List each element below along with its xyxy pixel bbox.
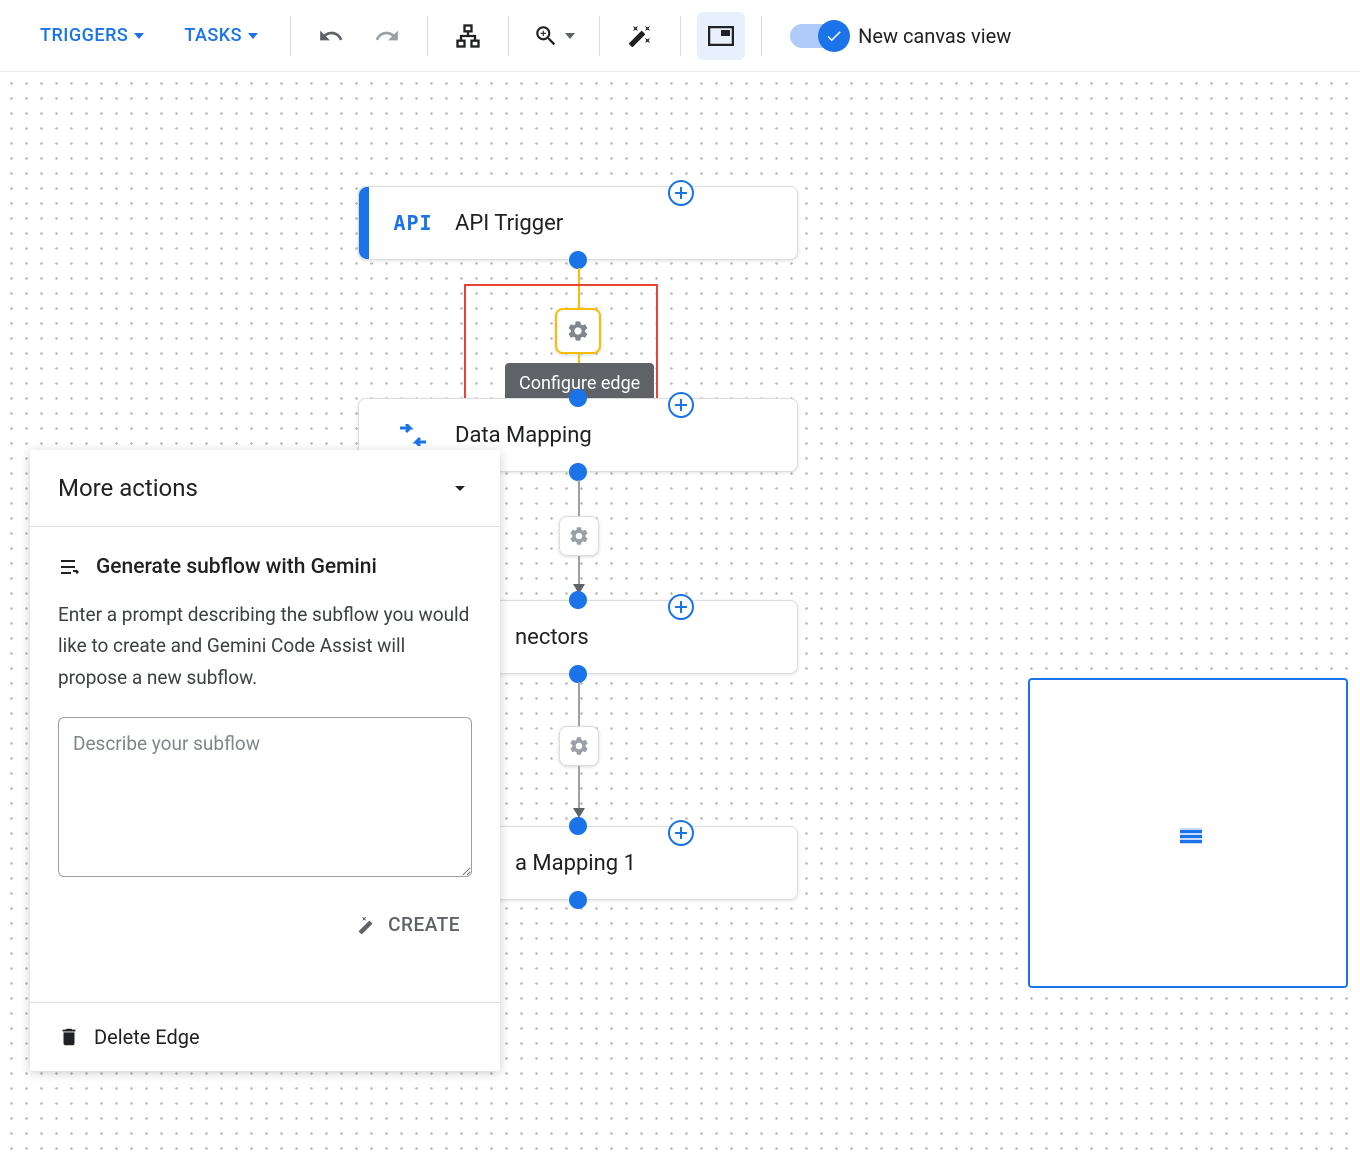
delete-edge-button[interactable]: Delete Edge bbox=[30, 1002, 500, 1071]
port-top[interactable] bbox=[569, 591, 587, 609]
edge-line bbox=[578, 766, 580, 810]
node-label: a Mapping 1 bbox=[515, 851, 636, 876]
node-label: nectors bbox=[515, 625, 589, 650]
tasks-label: TASKS bbox=[184, 25, 242, 46]
separator bbox=[427, 16, 428, 56]
configure-edge-button[interactable] bbox=[559, 516, 599, 556]
generate-list-icon bbox=[58, 555, 82, 579]
canvas[interactable]: API API Trigger Configure edge Data Mapp… bbox=[0, 72, 1360, 1160]
add-node-button[interactable] bbox=[668, 392, 694, 418]
node-accent bbox=[359, 187, 369, 259]
chevron-down-icon bbox=[448, 476, 472, 500]
undo-button[interactable] bbox=[307, 12, 355, 60]
triggers-label: TRIGGERS bbox=[40, 25, 128, 46]
zoom-in-icon bbox=[533, 23, 559, 49]
gear-icon bbox=[568, 735, 590, 757]
port-bottom[interactable] bbox=[569, 251, 587, 269]
port-top[interactable] bbox=[569, 817, 587, 835]
minimap-icon bbox=[708, 26, 734, 46]
magic-wand-icon bbox=[628, 24, 652, 48]
generate-description: Enter a prompt describing the subflow yo… bbox=[58, 599, 472, 693]
hierarchy-icon bbox=[454, 22, 482, 50]
separator bbox=[680, 16, 681, 56]
edge-line bbox=[578, 480, 580, 516]
panel-title: More actions bbox=[58, 474, 198, 502]
add-node-button[interactable] bbox=[668, 820, 694, 846]
toggle-knob bbox=[818, 20, 850, 52]
add-node-button[interactable] bbox=[668, 180, 694, 206]
edge-line bbox=[578, 556, 580, 586]
magic-wand-button[interactable] bbox=[616, 12, 664, 60]
caret-down-icon bbox=[565, 33, 575, 39]
redo-button[interactable] bbox=[363, 12, 411, 60]
port-top[interactable] bbox=[569, 389, 587, 407]
port-bottom[interactable] bbox=[569, 665, 587, 683]
port-bottom[interactable] bbox=[569, 463, 587, 481]
configure-edge-button[interactable] bbox=[559, 726, 599, 766]
node-label: Data Mapping bbox=[455, 423, 592, 448]
trash-icon bbox=[58, 1026, 80, 1048]
caret-down-icon bbox=[134, 33, 144, 39]
generate-heading: Generate subflow with Gemini bbox=[58, 555, 472, 579]
add-node-button[interactable] bbox=[668, 594, 694, 620]
minimap[interactable] bbox=[1028, 678, 1348, 988]
check-icon bbox=[825, 27, 843, 45]
separator bbox=[761, 16, 762, 56]
caret-down-icon bbox=[248, 33, 258, 39]
separator bbox=[508, 16, 509, 56]
magic-wand-icon bbox=[358, 915, 378, 935]
toggle-switch[interactable] bbox=[790, 24, 846, 48]
port-bottom[interactable] bbox=[569, 891, 587, 909]
edge-line bbox=[578, 682, 580, 726]
gear-icon bbox=[568, 525, 590, 547]
triggers-dropdown[interactable]: TRIGGERS bbox=[24, 17, 160, 54]
undo-icon bbox=[318, 23, 344, 49]
separator bbox=[599, 16, 600, 56]
zoom-button[interactable] bbox=[525, 12, 583, 60]
create-button[interactable]: CREATE bbox=[346, 905, 472, 944]
panel-header[interactable]: More actions bbox=[30, 450, 500, 527]
node-api-trigger[interactable]: API API Trigger bbox=[358, 186, 798, 260]
node-label: API Trigger bbox=[455, 211, 563, 236]
tasks-dropdown[interactable]: TASKS bbox=[168, 17, 274, 54]
minimap-toggle-button[interactable] bbox=[697, 12, 745, 60]
canvas-view-toggle[interactable]: New canvas view bbox=[790, 24, 1011, 48]
subflow-prompt-input[interactable] bbox=[58, 717, 472, 877]
minimap-viewport bbox=[1180, 828, 1202, 844]
more-actions-panel: More actions Generate subflow with Gemin… bbox=[30, 450, 500, 1071]
panel-body: Generate subflow with Gemini Enter a pro… bbox=[30, 527, 500, 972]
toggle-label: New canvas view bbox=[858, 24, 1011, 48]
redo-icon bbox=[374, 23, 400, 49]
api-icon: API bbox=[391, 211, 435, 235]
data-mapping-icon bbox=[391, 424, 435, 446]
layout-button[interactable] bbox=[444, 12, 492, 60]
separator bbox=[290, 16, 291, 56]
toolbar: TRIGGERS TASKS bbox=[0, 0, 1360, 72]
